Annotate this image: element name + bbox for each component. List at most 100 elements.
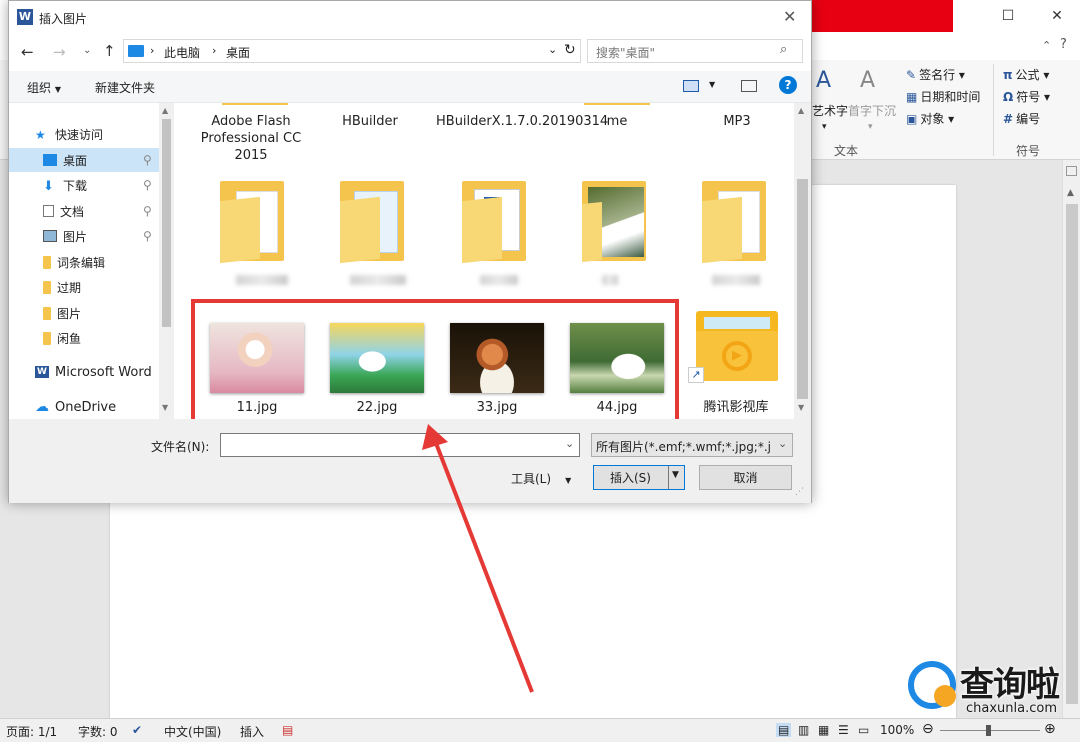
address-dropdown-icon[interactable]: ⌄: [548, 43, 557, 56]
file-name[interactable]: HBuilderX.1.7.0.20190314: [436, 113, 608, 130]
nav-item-folder[interactable]: 过期: [9, 275, 159, 299]
equation-button[interactable]: π 公式 ▾: [1003, 66, 1049, 83]
status-words[interactable]: 字数: 0: [78, 723, 118, 740]
dialog-title: 插入图片: [39, 12, 88, 26]
document-scrollbar[interactable]: ▲: [1062, 160, 1080, 718]
search-icon[interactable]: ⌕: [780, 42, 787, 57]
number-button[interactable]: # 编号: [1003, 110, 1040, 127]
datetime-button[interactable]: ▦ 日期和时间: [906, 88, 980, 105]
folder-icon: [43, 306, 51, 320]
status-language[interactable]: 中文(中国): [164, 723, 221, 740]
view-print-icon[interactable]: ▤: [776, 723, 792, 737]
wordart-button[interactable]: 艺术字: [812, 102, 848, 119]
watermark-logo-dot: [934, 685, 956, 707]
resize-grip-icon[interactable]: ⋰: [795, 487, 804, 497]
nav-item-folder[interactable]: 图片: [9, 301, 159, 325]
status-insert-mode[interactable]: 插入: [240, 723, 264, 740]
breadcrumb-this-pc[interactable]: 此电脑: [164, 44, 200, 61]
symbol-label: 符号: [1016, 90, 1041, 104]
file-name[interactable]: Adobe Flash Professional CC 2015: [196, 113, 306, 164]
dropcap-dropdown-icon: ▾: [868, 122, 873, 132]
pin-icon[interactable]: ⚲: [143, 229, 152, 243]
nav-pane-scrollbar[interactable]: ▲ ▼: [159, 103, 174, 419]
view-web-icon[interactable]: ▦: [818, 723, 829, 737]
proofing-icon[interactable]: ✔: [132, 723, 142, 737]
nav-scroll-thumb[interactable]: [162, 119, 171, 327]
scroll-down-icon[interactable]: ▼: [162, 403, 168, 412]
help-icon[interactable]: ?: [1060, 37, 1067, 52]
nav-item-desktop[interactable]: 桌面 ⚲: [9, 148, 159, 172]
close-icon: ✕: [1051, 8, 1063, 24]
nav-item-folder[interactable]: 闲鱼: [9, 326, 159, 350]
view-draft-icon[interactable]: ▭: [858, 723, 869, 737]
file-name[interactable]: HBuilder: [320, 113, 420, 130]
nav-item-documents[interactable]: 文档 ⚲: [9, 199, 159, 223]
symbol-button[interactable]: Ω 符号 ▾: [1003, 88, 1050, 105]
scroll-up-icon[interactable]: ▲: [798, 106, 804, 115]
new-folder-button[interactable]: 新建文件夹: [95, 79, 155, 96]
view-options-icon[interactable]: [683, 80, 699, 92]
dialog-close-button[interactable]: ✕: [783, 7, 796, 26]
maximize-button[interactable]: ☐: [985, 0, 1031, 32]
nav-item-downloads[interactable]: ⬇ 下载 ⚲: [9, 173, 159, 197]
zoom-in-icon[interactable]: ⊕: [1044, 721, 1056, 737]
dropcap-button[interactable]: 首字下沉: [848, 102, 896, 119]
object-button[interactable]: ▣ 对象 ▾: [906, 110, 954, 127]
navigation-row: ← → ⌄ ↑ › 此电脑 › 桌面 ⌄ ↻ 搜索"桌面" ⌕: [9, 35, 811, 69]
insert-button[interactable]: 插入(S) ▼: [593, 465, 685, 490]
file-name[interactable]: me: [572, 113, 662, 130]
nav-item-label: 过期: [57, 280, 82, 295]
file-list-scrollbar[interactable]: ▲ ▼: [794, 103, 811, 419]
split-divider: [668, 466, 669, 489]
refresh-icon[interactable]: ↻: [564, 42, 576, 58]
preview-pane-icon[interactable]: [741, 80, 757, 92]
zoom-level[interactable]: 100%: [880, 723, 914, 737]
zoom-out-icon[interactable]: ⊖: [922, 721, 934, 737]
help-icon[interactable]: ?: [779, 76, 797, 94]
file-scroll-thumb[interactable]: [797, 179, 808, 399]
nav-item-pictures[interactable]: 图片 ⚲: [9, 224, 159, 248]
annotation-arrow-line: [432, 437, 534, 693]
close-word-button[interactable]: ✕: [1034, 0, 1080, 32]
file-type-dropdown-icon[interactable]: ⌄: [778, 437, 788, 450]
nav-item-folder[interactable]: 词条编辑: [9, 250, 159, 274]
insert-dropdown-icon[interactable]: ▼: [672, 470, 679, 480]
pin-icon[interactable]: ⚲: [143, 178, 152, 192]
collapse-ribbon-icon[interactable]: ⌃: [1042, 39, 1051, 52]
recent-locations-button[interactable]: ⌄: [83, 45, 91, 56]
view-fullscreen-icon[interactable]: ▥: [798, 723, 809, 737]
scroll-up-icon[interactable]: ▲: [1067, 188, 1074, 198]
scroll-down-icon[interactable]: ▼: [798, 403, 804, 412]
back-button[interactable]: ←: [21, 43, 34, 61]
pi-icon: π: [1003, 68, 1013, 82]
word-title-accent: [812, 0, 953, 32]
cancel-button[interactable]: 取消: [699, 465, 792, 490]
object-label: 对象: [920, 112, 945, 126]
folder-icon: [462, 181, 528, 264]
forward-button[interactable]: →: [53, 43, 66, 61]
chevron-down-icon: ▼: [54, 85, 61, 94]
document-scroll-thumb[interactable]: [1066, 204, 1078, 704]
calendar-icon: ▦: [906, 90, 918, 104]
zoom-slider-thumb[interactable]: [986, 725, 991, 736]
scroll-up-icon[interactable]: ▲: [162, 106, 168, 115]
pin-icon[interactable]: ⚲: [143, 153, 152, 167]
organize-button[interactable]: 组织 ▼: [27, 79, 61, 96]
view-dropdown-icon[interactable]: ▼: [709, 80, 715, 89]
file-type-select[interactable]: 所有图片(*.emf;*.wmf;*.jpg;*.j ⌄: [591, 433, 793, 457]
highlight-box: [191, 299, 679, 419]
folder-icon: [43, 255, 51, 269]
search-box[interactable]: 搜索"桌面" ⌕: [587, 39, 803, 63]
up-button[interactable]: ↑: [103, 42, 116, 60]
signature-line-button[interactable]: ✎ 签名行 ▾: [906, 66, 965, 83]
ruler-toggle-icon[interactable]: [1066, 166, 1077, 176]
insert-picture-dialog: W 插入图片 ✕ ← → ⌄ ↑ › 此电脑 › 桌面 ⌄ ↻ 搜索"桌面" ⌕…: [8, 0, 812, 503]
macro-icon[interactable]: ▤: [282, 723, 293, 737]
filename-dropdown-icon[interactable]: ⌄: [565, 437, 574, 450]
pin-icon[interactable]: ⚲: [143, 204, 152, 218]
view-outline-icon[interactable]: ☰: [838, 723, 849, 737]
breadcrumb-desktop[interactable]: 桌面: [226, 44, 250, 61]
address-bar[interactable]: › 此电脑 › 桌面 ⌄ ↻: [123, 39, 581, 63]
status-page[interactable]: 页面: 1/1: [6, 723, 57, 740]
file-name[interactable]: MP3: [682, 113, 792, 130]
